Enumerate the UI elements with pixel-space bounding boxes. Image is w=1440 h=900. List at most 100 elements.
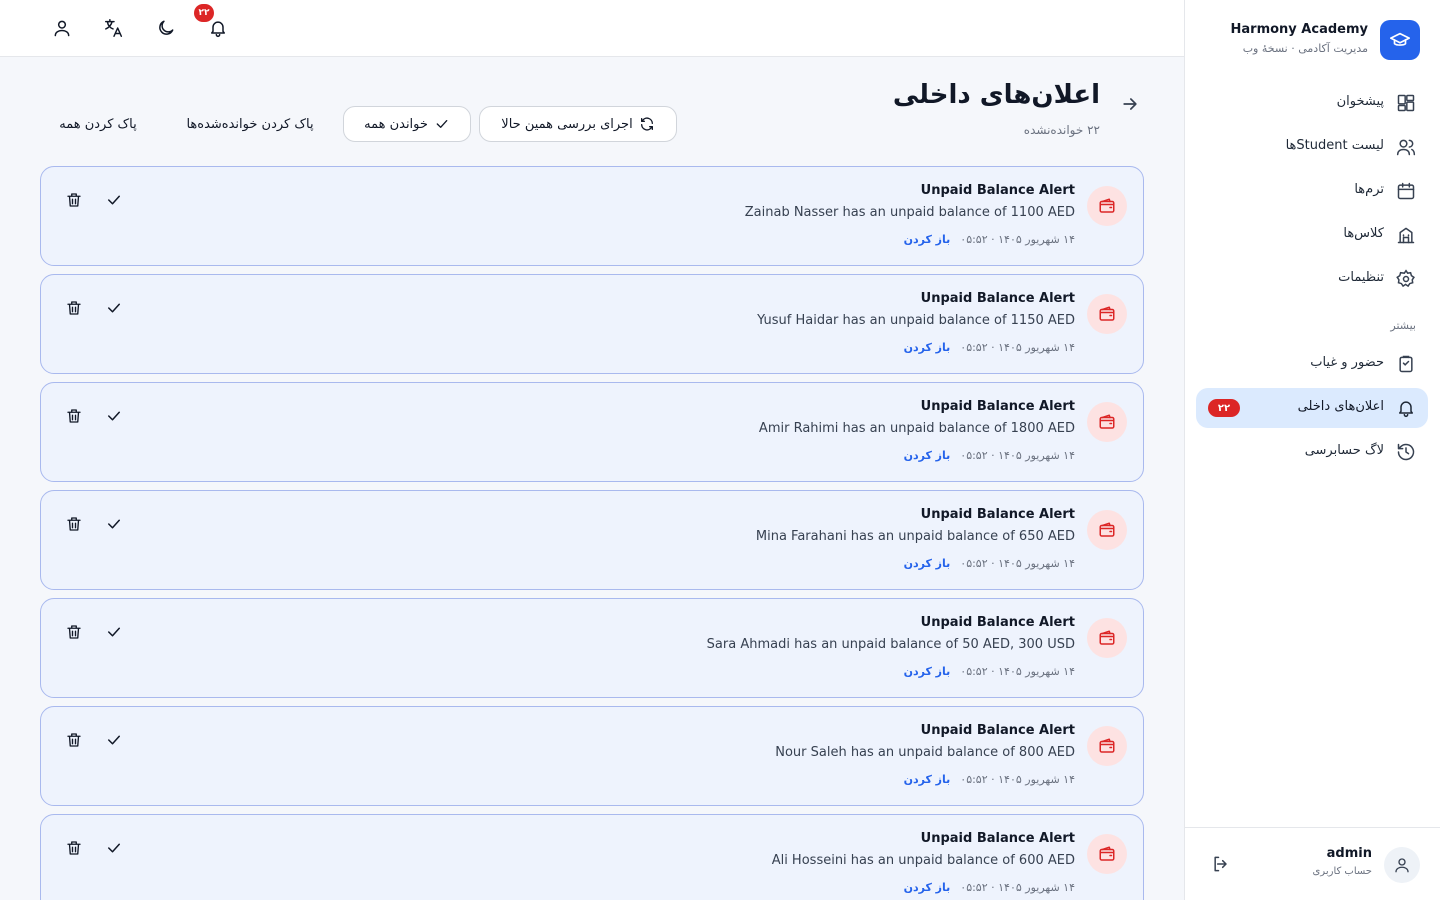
notification-meta: ۱۴ شهریور ۱۴۰۵ · ۰۵:۵۲ باز کردن (904, 665, 1075, 678)
notification-meta: ۱۴ شهریور ۱۴۰۵ · ۰۵:۵۲ باز کردن (904, 773, 1075, 786)
trash-icon[interactable] (65, 839, 85, 859)
run-check-label: اجرای بررسی همین حالا (501, 116, 633, 132)
notification-title: Unpaid Balance Alert (920, 291, 1075, 306)
notification-title: Unpaid Balance Alert (920, 723, 1075, 738)
sidebar-item-label: تنظیمات (1338, 270, 1384, 285)
sidebar-item-label: کلاس‌ها (1343, 226, 1384, 241)
sidebar-item-settings[interactable]: تنظیمات (1196, 259, 1428, 299)
sidebar-item-label: ترم‌ها (1354, 182, 1384, 197)
clear-all-button[interactable]: پاک کردن همه (46, 106, 150, 142)
history-icon (1396, 442, 1416, 462)
notification-count-badge: ۲۲ (1208, 399, 1240, 417)
sidebar: Harmony Academy مدیریت آکادمی · نسخهٔ وب… (1184, 0, 1440, 900)
brand-title: Harmony Academy (1230, 22, 1368, 37)
users-icon (1396, 137, 1416, 157)
brand-subtitle: مدیریت آکادمی · نسخهٔ وب (1242, 42, 1368, 55)
wallet-icon (1087, 294, 1127, 334)
mark-read-icon[interactable] (105, 731, 125, 751)
notification-card[interactable]: Unpaid Balance Alert Ali Hosseini has an … (40, 814, 1144, 900)
check-icon (436, 120, 448, 128)
notification-title: Unpaid Balance Alert (920, 507, 1075, 522)
sidebar-item-audit-log[interactable]: لاگ حسابرسی (1196, 432, 1428, 472)
notification-title: Unpaid Balance Alert (920, 615, 1075, 630)
topbar: ۲۲ (0, 0, 1184, 57)
mark-read-icon[interactable] (105, 407, 125, 427)
wallet-icon (1087, 186, 1127, 226)
notification-card[interactable]: Unpaid Balance Alert Mina Farahani has an… (40, 490, 1144, 590)
notification-message: Yusuf Haidar has an unpaid balance of 11… (757, 313, 1075, 328)
open-link[interactable]: باز کردن (904, 773, 951, 786)
notification-time: ۱۴ شهریور ۱۴۰۵ · ۰۵:۵۲ (960, 881, 1075, 894)
dashboard-icon (1396, 93, 1416, 113)
brand[interactable]: Harmony Academy مدیریت آکادمی · نسخهٔ وب (1204, 20, 1420, 60)
notification-title: Unpaid Balance Alert (920, 831, 1075, 846)
notification-card[interactable]: Unpaid Balance Alert Yusuf Haidar has an … (40, 274, 1144, 374)
user-panel: admin حساب کاربری (1185, 827, 1440, 900)
building-icon (1396, 225, 1416, 245)
notification-meta: ۱۴ شهریور ۱۴۰۵ · ۰۵:۵۲ باز کردن (904, 557, 1075, 570)
notification-time: ۱۴ شهریور ۱۴۰۵ · ۰۵:۵۲ (960, 665, 1075, 678)
notification-time: ۱۴ شهریور ۱۴۰۵ · ۰۵:۵۲ (960, 773, 1075, 786)
notification-message: Mina Farahani has an unpaid balance of 6… (755, 529, 1075, 544)
sidebar-item-attendance[interactable]: حضور و غیاب (1196, 344, 1428, 384)
mark-all-read-button[interactable]: خواندن همه (343, 106, 471, 142)
mark-read-icon[interactable] (105, 299, 125, 319)
translate-icon[interactable] (102, 16, 126, 40)
clear-read-button[interactable]: پاک کردن خوانده‌شده‌ها (170, 106, 330, 142)
sidebar-item-dashboard[interactable]: پیشخوان (1196, 83, 1428, 123)
trash-icon[interactable] (65, 731, 85, 751)
notification-meta: ۱۴ شهریور ۱۴۰۵ · ۰۵:۵۲ باز کردن (904, 449, 1075, 462)
open-link[interactable]: باز کردن (904, 233, 951, 246)
mark-read-icon[interactable] (105, 839, 125, 859)
sidebar-item-notifications[interactable]: اعلان‌های داخلی ۲۲ (1196, 388, 1428, 428)
notification-title: Unpaid Balance Alert (920, 183, 1075, 198)
mark-read-icon[interactable] (105, 191, 125, 211)
logout-icon[interactable] (1211, 854, 1231, 874)
back-arrow-icon[interactable] (1120, 94, 1140, 114)
wallet-icon (1087, 834, 1127, 874)
notification-time: ۱۴ شهریور ۱۴۰۵ · ۰۵:۵۲ (960, 233, 1075, 246)
open-link[interactable]: باز کردن (904, 557, 951, 570)
bell-icon (1396, 398, 1416, 418)
notification-card[interactable]: Unpaid Balance Alert Amir Rahimi has an u… (40, 382, 1144, 482)
open-link[interactable]: باز کردن (904, 341, 951, 354)
notification-message: Sara Ahmadi has an unpaid balance of 50 … (706, 637, 1075, 652)
open-link[interactable]: باز کردن (904, 665, 951, 678)
trash-icon[interactable] (65, 407, 85, 427)
notification-meta: ۱۴ شهریور ۱۴۰۵ · ۰۵:۵۲ باز کردن (904, 881, 1075, 894)
trash-icon[interactable] (65, 299, 85, 319)
open-link[interactable]: باز کردن (904, 449, 951, 462)
notification-count-badge: ۲۲ (194, 4, 214, 22)
run-check-button[interactable]: اجرای بررسی همین حالا (479, 106, 677, 142)
clear-read-label: پاک کردن خوانده‌شده‌ها (186, 116, 314, 132)
sidebar-item-classes[interactable]: کلاس‌ها (1196, 215, 1428, 255)
notification-card[interactable]: Unpaid Balance Alert Nour Saleh has an un… (40, 706, 1144, 806)
moon-icon[interactable] (154, 16, 178, 40)
notification-message: Amir Rahimi has an unpaid balance of 180… (758, 421, 1075, 436)
notification-time: ۱۴ شهریور ۱۴۰۵ · ۰۵:۵۲ (960, 449, 1075, 462)
page-title: اعلان‌های داخلی (892, 80, 1100, 110)
mark-all-read-label: خواندن همه (364, 116, 428, 132)
avatar[interactable] (1384, 847, 1420, 883)
gear-icon (1396, 269, 1416, 289)
notification-card[interactable]: Unpaid Balance Alert Zainab Nasser has an… (40, 166, 1144, 266)
notification-title: Unpaid Balance Alert (920, 399, 1075, 414)
notification-card[interactable]: Unpaid Balance Alert Sara Ahmadi has an u… (40, 598, 1144, 698)
sidebar-item-label: پیشخوان (1336, 94, 1384, 109)
notification-message: Zainab Nasser has an unpaid balance of 1… (744, 205, 1075, 220)
mark-read-icon[interactable] (105, 515, 125, 535)
trash-icon[interactable] (65, 623, 85, 643)
user-icon[interactable] (50, 16, 74, 40)
trash-icon[interactable] (65, 191, 85, 211)
sidebar-item-terms[interactable]: ترم‌ها (1196, 171, 1428, 211)
clear-all-label: پاک کردن همه (59, 116, 137, 132)
mark-read-icon[interactable] (105, 623, 125, 643)
trash-icon[interactable] (65, 515, 85, 535)
user-role: حساب کاربری (1312, 866, 1372, 877)
wallet-icon (1087, 510, 1127, 550)
sidebar-item-students[interactable]: لیست Studentها (1196, 127, 1428, 167)
sidebar-section-title: بیشتر (1390, 319, 1416, 332)
notification-meta: ۱۴ شهریور ۱۴۰۵ · ۰۵:۵۲ باز کردن (904, 341, 1075, 354)
open-link[interactable]: باز کردن (904, 881, 951, 894)
sidebar-item-label: حضور و غیاب (1310, 355, 1384, 370)
